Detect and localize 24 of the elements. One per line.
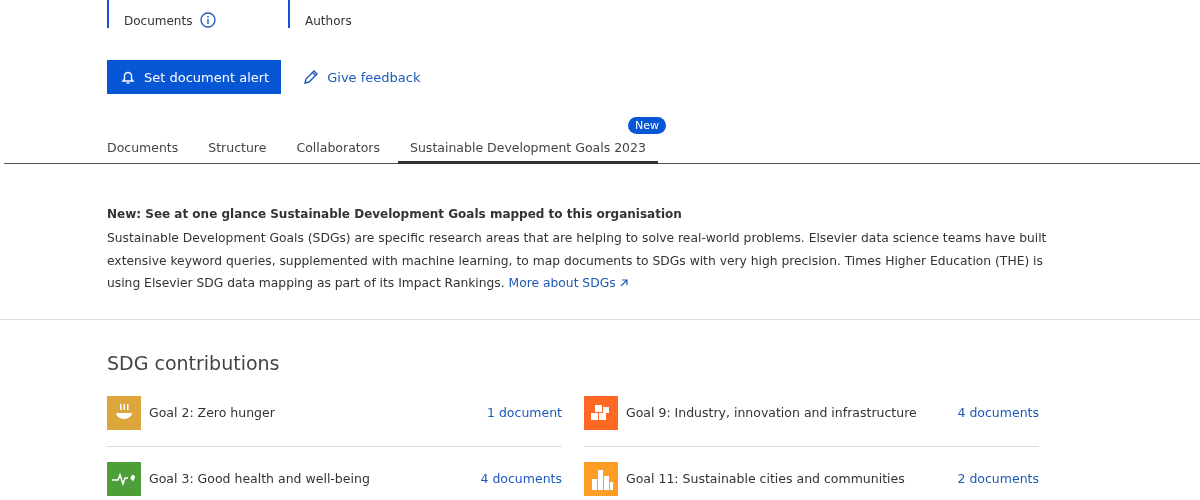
metric-label: Documents xyxy=(124,14,193,28)
feedback-link[interactable]: Give feedback xyxy=(303,69,421,85)
document-count-link[interactable]: 4 documents xyxy=(957,405,1039,420)
document-count-link[interactable]: 2 documents xyxy=(957,471,1039,486)
external-arrow-icon xyxy=(618,278,629,289)
goal-label: Goal 11: Sustainable cities and communities xyxy=(626,471,906,486)
new-badge: New xyxy=(627,117,666,134)
more-about-link[interactable]: More about SDGs xyxy=(508,272,629,295)
metric-label: Authors xyxy=(305,14,352,28)
tab[interactable]: Collaborators xyxy=(284,127,392,164)
intro-paragraph: Sustainable Development Goals (SDGs) are specific research areas that are helping to solve real-world problems. Elsevier data science teams have built extensive keyword queries, supplemented with machine learning, to map documents to SDGs with very high precision. Times Higher Education (THE) is using Elsevier SDG data mapping as part of its Impact Rankings. More about SDGs xyxy=(107,227,1060,295)
document-count-link[interactable]: 1 document xyxy=(487,405,562,420)
goal-label: Goal 3: Good health and well-being xyxy=(149,471,371,486)
document-count-link[interactable]: 4 documents xyxy=(480,471,562,486)
pencil-icon xyxy=(303,69,320,85)
section-title: SDG contributions xyxy=(107,351,281,374)
tab[interactable]: Documents xyxy=(107,127,191,164)
tab[interactable]: Structure xyxy=(196,127,279,164)
goal-label: Goal 2: Zero hunger xyxy=(149,405,276,420)
bell-icon xyxy=(120,69,136,85)
set-alert-button[interactable]: Set document alert xyxy=(107,60,282,94)
goal-label: Goal 9: Industry, innovation and infrastructure xyxy=(626,405,918,420)
info-icon[interactable] xyxy=(200,12,217,28)
intro-heading: New: See at one glance Sustainable Development Goals mapped to this organisation xyxy=(107,207,683,221)
